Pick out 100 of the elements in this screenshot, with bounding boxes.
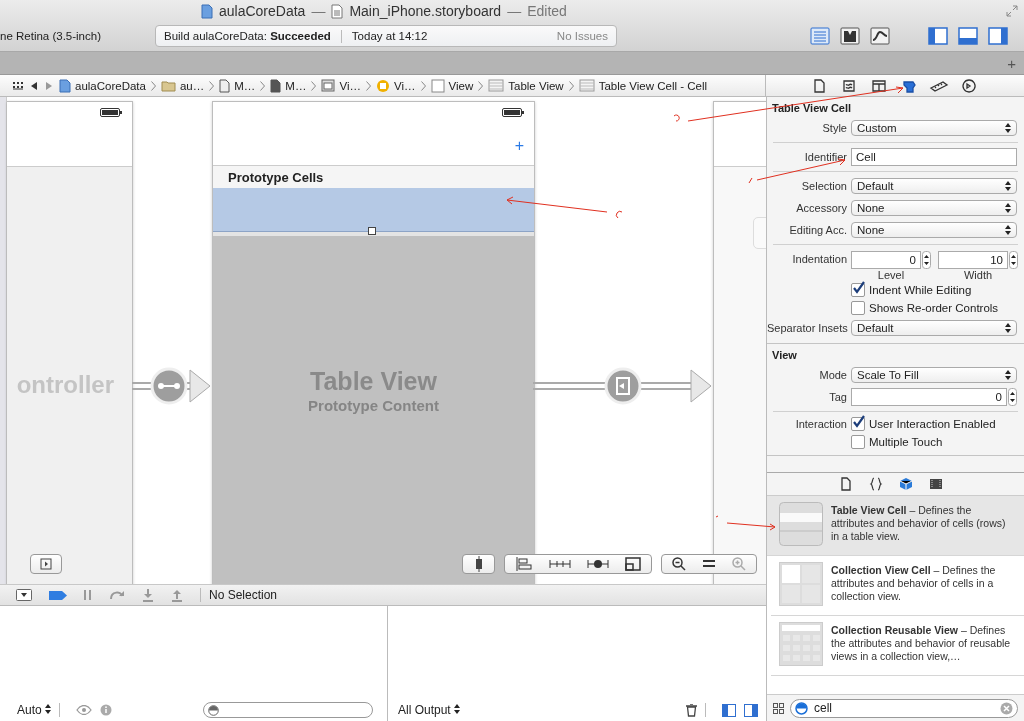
- project-title: aulaCoreData: [219, 3, 306, 19]
- popup-button[interactable]: None: [851, 222, 1017, 238]
- field-label: Editing Acc.: [788, 224, 848, 236]
- breadcrumb-item[interactable]: au…: [160, 79, 205, 92]
- updown-arrows-icon: [1005, 370, 1011, 380]
- document-status: Edited: [527, 3, 567, 19]
- checkbox-label: Multiple Touch: [869, 436, 943, 448]
- stepper[interactable]: [1008, 388, 1017, 406]
- breadcrumb-item[interactable]: Table View: [488, 79, 564, 92]
- breadcrumb-item[interactable]: M…: [219, 78, 256, 93]
- library-item[interactable]: Collection Reusable View – Defines the attributes and behavior of reusable views in a collection view,…: [771, 616, 1024, 676]
- document-outline-button[interactable]: [462, 554, 495, 574]
- chevron-icon: [366, 80, 371, 91]
- chevron-icon: [568, 80, 574, 91]
- breadcrumb-item[interactable]: aulaCoreData: [59, 78, 146, 93]
- reusable-view-icon: [779, 622, 823, 666]
- navigator-toggle-icon[interactable]: [928, 27, 948, 45]
- file-template-icon[interactable]: [838, 477, 853, 491]
- zoom-out-icon[interactable]: [672, 557, 686, 571]
- add-bar-button[interactable]: +: [514, 139, 524, 153]
- grid-view-icon[interactable]: [773, 702, 784, 714]
- resize-icon[interactable]: [625, 557, 641, 571]
- eye-icon[interactable]: [76, 705, 93, 715]
- back-icon[interactable]: [29, 80, 39, 91]
- field-label: Mode: [818, 369, 848, 381]
- build-time: Today at 14:12: [351, 30, 428, 42]
- assistant-editor-icon[interactable]: [840, 27, 860, 45]
- scheme-device[interactable]: ne Retina (3.5-inch): [0, 30, 155, 42]
- debug-selection: No Selection: [209, 588, 278, 602]
- resolve-icon[interactable]: [587, 558, 609, 570]
- identity-inspector-icon[interactable]: [869, 78, 889, 93]
- resize-handle[interactable]: [368, 227, 376, 235]
- trash-icon[interactable]: [686, 703, 697, 717]
- console-pane-icon[interactable]: [744, 703, 758, 717]
- field-label: Indentation: [791, 252, 848, 265]
- table-cell-icon: [779, 502, 823, 546]
- stepper[interactable]: [922, 251, 931, 269]
- filter-field[interactable]: [203, 702, 373, 718]
- hide-debug-icon[interactable]: [16, 589, 32, 601]
- pin-icon[interactable]: [549, 558, 571, 570]
- breadcrumb-item[interactable]: Table View Cell - Cell: [578, 79, 708, 92]
- updown-arrows-icon: [454, 704, 461, 714]
- checkbox[interactable]: [851, 417, 865, 431]
- output-popup[interactable]: All Output: [398, 703, 461, 717]
- align-icon[interactable]: [515, 557, 533, 571]
- exit-button[interactable]: [30, 554, 62, 574]
- breakpoints-icon[interactable]: [49, 590, 67, 600]
- folder-icon: [160, 79, 176, 92]
- filter-icon: [795, 701, 808, 715]
- breadcrumb-item[interactable]: Vi…: [376, 78, 416, 93]
- debug-area-toggle-icon[interactable]: [958, 27, 978, 45]
- relationship-segue-icon[interactable]: [150, 367, 188, 405]
- identifier-field[interactable]: Cell: [851, 148, 1017, 166]
- number-field[interactable]: 0: [851, 251, 921, 269]
- fullscreen-icon[interactable]: [1006, 5, 1018, 17]
- popup-button[interactable]: Default: [851, 320, 1017, 336]
- filter-icon: [208, 704, 219, 716]
- file-icon: [219, 78, 231, 93]
- popup-button[interactable]: Scale To Fill: [851, 367, 1017, 383]
- scope-popup[interactable]: Auto: [17, 703, 52, 717]
- prototype-cell[interactable]: [213, 188, 534, 232]
- add-tab-button[interactable]: +: [1007, 54, 1016, 72]
- popup-button[interactable]: Custom: [851, 120, 1017, 136]
- library-item[interactable]: Collection View Cell – Defines the attributes and behavior of cells in a collection view.: [771, 556, 1024, 616]
- collection-cell-icon: [779, 562, 823, 606]
- checkbox[interactable]: [851, 283, 865, 297]
- grid-icon[interactable]: [12, 80, 24, 91]
- breadcrumb-item[interactable]: View: [430, 78, 474, 93]
- breadcrumb-item[interactable]: M…: [270, 78, 307, 93]
- actual-size-icon[interactable]: [702, 559, 716, 569]
- field-caption: Width: [963, 269, 993, 281]
- push-segue-icon[interactable]: [604, 367, 642, 405]
- tag-field[interactable]: 0: [851, 388, 1007, 406]
- code-snippet-icon[interactable]: [868, 477, 883, 491]
- chevron-icon: [209, 80, 215, 91]
- library-search-field[interactable]: cell: [790, 698, 1018, 718]
- connections-inspector-icon[interactable]: [959, 78, 979, 93]
- checkbox[interactable]: [851, 301, 865, 315]
- chevron-icon: [311, 80, 317, 91]
- stepper[interactable]: [1009, 251, 1018, 269]
- title-separator: —: [507, 3, 522, 19]
- field-label: Tag: [828, 391, 848, 403]
- checkbox-label: Indent While Editing: [869, 284, 972, 296]
- film-icon[interactable]: [928, 477, 943, 491]
- forward-icon[interactable]: [44, 80, 54, 91]
- annotation-arrow: [715, 515, 776, 531]
- breadcrumb-item[interactable]: Vi…: [321, 79, 361, 92]
- popup-button[interactable]: Default: [851, 178, 1017, 194]
- library-item[interactable]: Table View Cell – Defines the attributes and behavior of cells (rows) in a table view.: [767, 496, 1024, 556]
- version-editor-icon[interactable]: [870, 27, 890, 45]
- utilities-toggle-icon[interactable]: [988, 27, 1008, 45]
- popup-button[interactable]: None: [851, 200, 1017, 216]
- checkbox[interactable]: [851, 435, 865, 449]
- field-label: Identifier: [803, 151, 848, 163]
- cube-icon[interactable]: [898, 477, 913, 491]
- battery-icon: [100, 107, 122, 117]
- title-separator: —: [311, 3, 326, 19]
- chevron-icon: [478, 80, 484, 91]
- variables-pane-icon[interactable]: [722, 703, 736, 717]
- number-field[interactable]: 10: [938, 251, 1008, 269]
